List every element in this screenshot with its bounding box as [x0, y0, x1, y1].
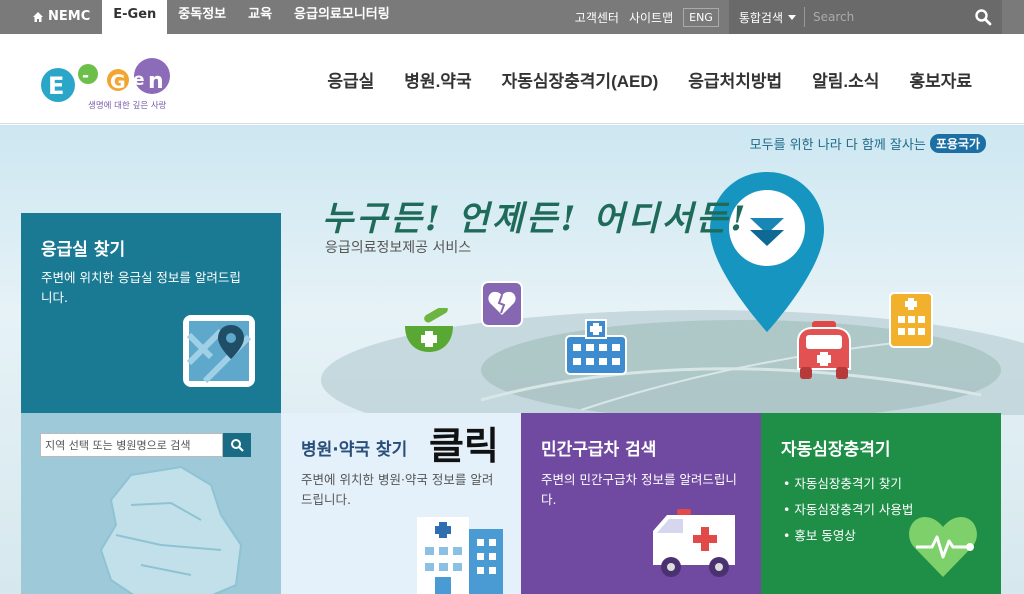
top-bar: NEMC E-Gen 중독정보 교육 응급의료모니터링 고객센터 사이트맵 EN… — [0, 0, 1024, 34]
nav-news[interactable]: 알림.소식 — [812, 67, 879, 92]
nav-pr-materials[interactable]: 홍보자료 — [909, 67, 972, 92]
slogan-text: 모두를 위한 나라 다 함께 잘사는 — [749, 138, 926, 153]
search-scope-label: 통합검색 — [738, 10, 783, 25]
heart-pulse-icon — [909, 517, 977, 577]
svg-text:생명에 대한 깊은 사랑: 생명에 대한 깊은 사랑 — [88, 100, 167, 111]
customer-center-link[interactable]: 고객센터 — [575, 9, 619, 26]
english-button[interactable]: ENG — [683, 7, 719, 27]
hospital-finder-panel[interactable]: 병원·약국 찾기 클릭 주변에 위치한 병원·약국 정보를 알려드립니다. — [281, 413, 521, 594]
region-search-panel — [21, 413, 281, 594]
search-input[interactable] — [804, 7, 974, 27]
slogan: 모두를 위한 나라 다 함께 잘사는 포용국가 — [750, 134, 986, 153]
svg-text:e: e — [133, 70, 145, 90]
main-nav: 응급실 병원.약국 자동심장충격기(AED) 응급처치방법 알림.소식 홍보자료 — [297, 34, 972, 124]
egen-logo[interactable]: E - G e n 생명에 대한 깊은 사랑 — [40, 52, 180, 112]
site-header: E - G e n 생명에 대한 깊은 사랑 응급실 병원.약국 자동심장충격기… — [0, 34, 1024, 124]
svg-text:-: - — [82, 66, 89, 86]
ambulance-icon — [653, 509, 735, 577]
heart-broken-icon — [481, 281, 523, 327]
ambulance-panel-title: 민간구급차 검색 — [541, 440, 657, 460]
tab-nemc[interactable]: NEMC — [22, 0, 102, 34]
hero-subhead: 응급의료정보제공 서비스 — [325, 240, 472, 256]
home-icon — [33, 12, 43, 22]
nav-hospital-pharmacy[interactable]: 병원.약국 — [404, 67, 471, 92]
aed-howto-link[interactable]: 자동심장충격기 사용법 — [783, 497, 913, 523]
tab-education[interactable]: 교육 — [237, 0, 283, 34]
nav-first-aid[interactable]: 응급처치방법 — [688, 67, 782, 92]
search-scope-select[interactable]: 통합검색 — [739, 9, 796, 26]
er-finder-panel[interactable]: 응급실 찾기 주변에 위치한 응급실 정보를 알려드립니다. — [21, 213, 281, 425]
er-panel-title: 응급실 찾기 — [41, 240, 126, 260]
slogan-badge: 포용국가 — [929, 134, 986, 153]
svg-text:E: E — [48, 72, 64, 100]
aed-panel-title: 자동심장충격기 — [781, 440, 891, 460]
global-search: 통합검색 — [728, 0, 1002, 34]
nav-aed[interactable]: 자동심장충격기(AED) — [502, 67, 659, 92]
hospital-panel-title: 병원·약국 찾기 — [301, 440, 408, 460]
korea-map[interactable] — [71, 465, 271, 594]
click-label: 클릭 — [429, 424, 499, 468]
svg-text:G: G — [110, 71, 126, 93]
tab-egen[interactable]: E-Gen — [102, 0, 168, 34]
ambulance-panel-desc: 주변의 민간구급차 정보를 알려드립니다. — [541, 472, 737, 507]
utility-links: 고객센터 사이트맵 ENG 통합검색 — [575, 0, 1002, 34]
aed-link-list: 자동심장충격기 찾기 자동심장충격기 사용법 홍보 동영상 — [783, 471, 913, 549]
aed-panel: 자동심장충격기 자동심장충격기 찾기 자동심장충격기 사용법 홍보 동영상 — [761, 413, 1001, 594]
aed-find-link[interactable]: 자동심장충격기 찾기 — [783, 471, 913, 497]
tab-monitoring[interactable]: 응급의료모니터링 — [283, 0, 401, 34]
hospital-icon — [417, 517, 503, 594]
pharmacy-mortar-icon — [405, 308, 453, 352]
search-icon[interactable] — [974, 8, 992, 26]
ambulance-front-icon — [797, 321, 851, 379]
hero-headline: 누구든! 언제든! 어디서든! — [322, 199, 749, 239]
chevron-down-icon — [788, 14, 796, 20]
nav-emergency-room[interactable]: 응급실 — [327, 67, 374, 92]
hero-section: 모두를 위한 나라 다 함께 잘사는 포용국가 누구든! 언제든! 어디서든! … — [0, 125, 1024, 594]
ambulance-search-panel[interactable]: 민간구급차 검색 주변의 민간구급차 정보를 알려드립니다. — [521, 413, 761, 594]
map-pin-icon — [183, 315, 255, 387]
hospital-building-icon — [565, 319, 627, 375]
search-icon — [231, 439, 244, 452]
er-panel-desc: 주변에 위치한 응급실 정보를 알려드립니다. — [41, 270, 241, 305]
clinic-building-icon — [889, 292, 933, 348]
site-tabs: NEMC E-Gen 중독정보 교육 응급의료모니터링 — [22, 0, 401, 34]
tab-poison-info[interactable]: 중독정보 — [167, 0, 237, 34]
region-search-input[interactable] — [40, 433, 223, 457]
aed-video-link[interactable]: 홍보 동영상 — [783, 523, 913, 549]
sitemap-link[interactable]: 사이트맵 — [629, 9, 673, 26]
tab-nemc-label: NEMC — [48, 9, 91, 24]
region-search-button[interactable] — [223, 433, 251, 457]
svg-text:n: n — [148, 69, 164, 94]
